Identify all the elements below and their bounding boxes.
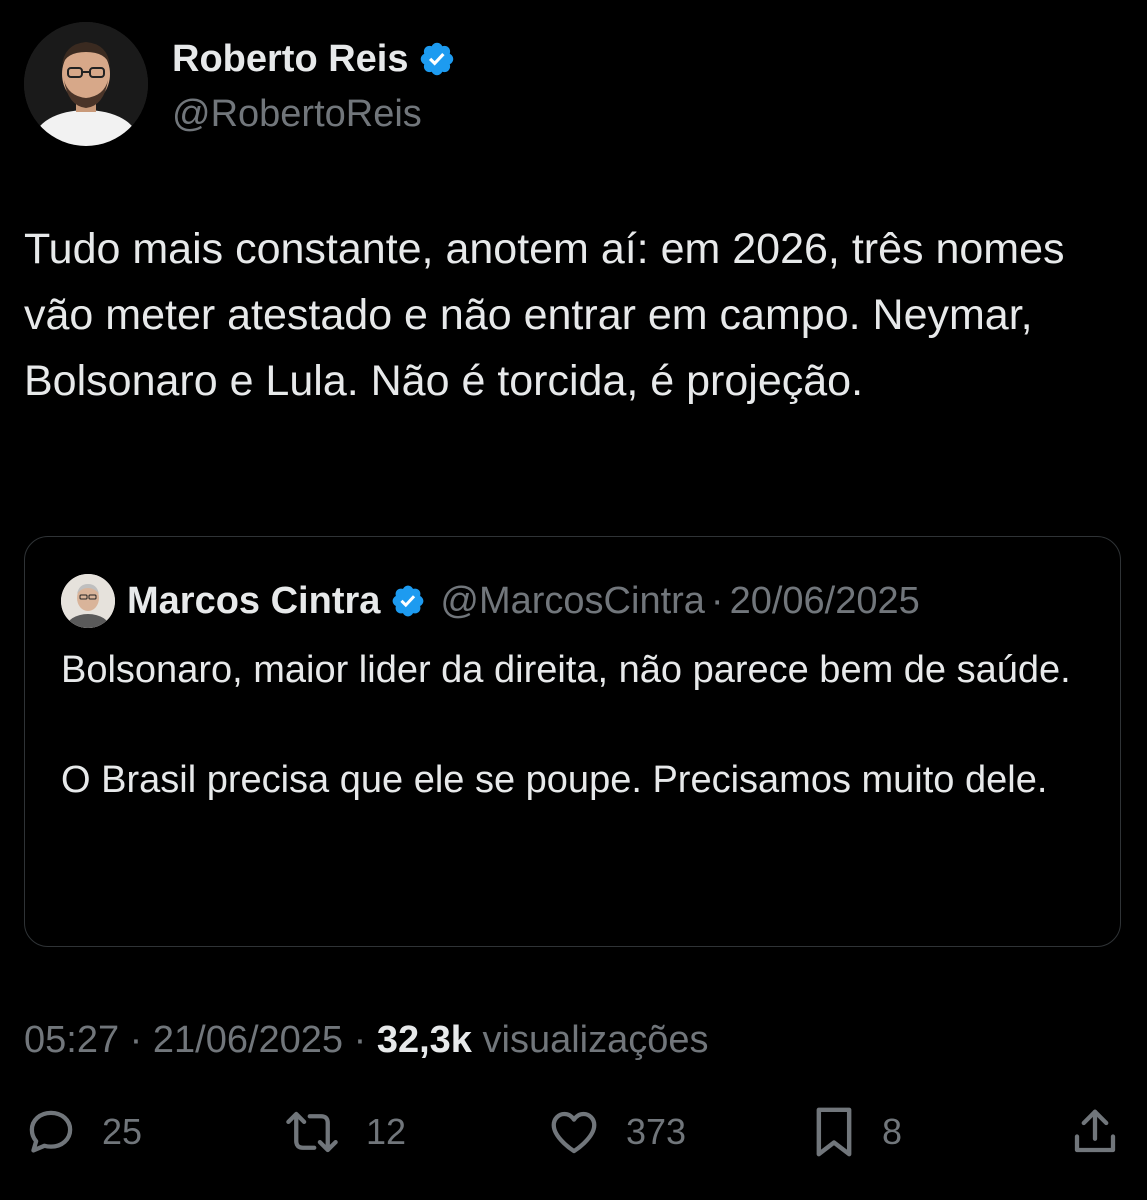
action-bar: 25 12 373 8 (0, 1100, 1147, 1164)
retweet-icon (286, 1111, 338, 1153)
tweet-time[interactable]: 05:27 (24, 1019, 119, 1061)
quoted-tweet-card[interactable]: Marcos Cintra @MarcosCintra · 20/06/2025… (24, 536, 1121, 947)
quoted-tweet-date: 20/06/2025 (729, 579, 920, 622)
quoted-tweet-paragraph: O Brasil precisa que ele se poupe. Preci… (61, 759, 1048, 801)
person-avatar-icon (61, 574, 115, 628)
separator-dot: · (710, 579, 724, 622)
bookmark-button[interactable]: 8 (810, 1100, 902, 1164)
quoted-tweet-header: Marcos Cintra @MarcosCintra · 20/06/2025 (61, 573, 920, 629)
retweet-button[interactable]: 12 (282, 1100, 406, 1164)
author-handle[interactable]: @RobertoReis (172, 89, 456, 139)
reply-button[interactable]: 25 (24, 1100, 142, 1164)
share-icon (1074, 1109, 1116, 1153)
heart-icon (551, 1111, 597, 1154)
views-label: visualizações (482, 1019, 709, 1061)
like-button[interactable]: 373 (546, 1100, 686, 1164)
verified-badge-icon[interactable] (418, 40, 456, 78)
like-count: 373 (626, 1111, 687, 1152)
reply-icon (29, 1110, 73, 1153)
tweet-text: Tudo mais constante, anotem aí: em 2026,… (24, 225, 1065, 405)
quoted-author-avatar (61, 574, 115, 628)
author-display-name[interactable]: Roberto Reis (172, 38, 408, 81)
tweet-date[interactable]: 21/06/2025 (153, 1019, 343, 1061)
bookmark-icon (816, 1107, 852, 1157)
author-avatar[interactable] (24, 22, 148, 146)
views-count: 32,3k (376, 1019, 472, 1061)
person-avatar-icon (24, 22, 148, 146)
reply-count: 25 (102, 1111, 143, 1152)
bookmark-count: 8 (882, 1111, 903, 1152)
quoted-author-display-name: Marcos Cintra (127, 579, 381, 622)
tweet-header: Roberto Reis @RobertoReis (24, 22, 456, 146)
share-button[interactable] (1068, 1100, 1122, 1164)
quoted-tweet-text: Bolsonaro, maior lider da direita, não p… (61, 643, 1081, 808)
quoted-author-handle: @MarcosCintra (440, 579, 705, 622)
verified-badge-icon (390, 583, 426, 619)
tweet-meta: 05:27 · 21/06/2025 · 32,3k visualizações (24, 1012, 709, 1068)
retweet-count: 12 (366, 1111, 407, 1152)
separator-dot: · (353, 1019, 367, 1061)
separator-dot: · (129, 1019, 143, 1061)
quoted-tweet-paragraph: Bolsonaro, maior lider da direita, não p… (61, 649, 1071, 691)
